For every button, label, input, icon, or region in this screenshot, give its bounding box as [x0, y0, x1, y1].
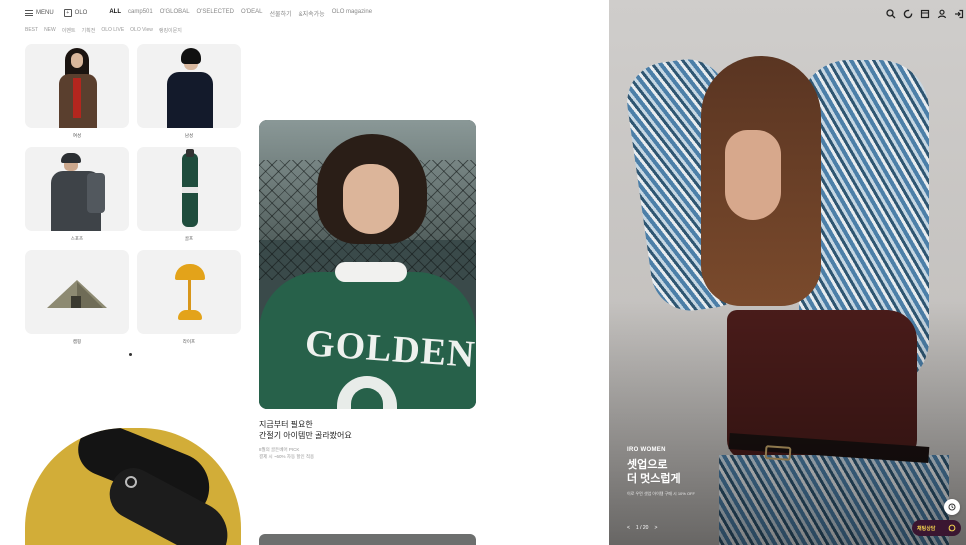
tab-gift[interactable]: 선물하기 [270, 9, 292, 18]
menu-button[interactable]: MENU [25, 10, 54, 16]
woman-fashion-icon [25, 44, 129, 128]
feature-title-line2: 간절기 아이템만 골라봤어요 [259, 431, 352, 440]
feature-image[interactable]: GOLDEN [259, 120, 476, 409]
subnav-best[interactable]: BEST [25, 27, 38, 34]
tab-all[interactable]: ALL [109, 9, 121, 18]
login-icon[interactable] [954, 6, 964, 19]
hero-pager: < 1 / 20 > [627, 525, 657, 531]
user-icon[interactable] [937, 6, 947, 19]
category-item-camping[interactable]: 캠핑 [25, 250, 129, 353]
loading-ring-icon[interactable] [903, 6, 913, 19]
tab-odeal[interactable]: O'DEAL [241, 9, 263, 18]
subnav-olo-view[interactable]: OLO View [130, 27, 153, 34]
chat-label: 채팅상담 [917, 525, 936, 532]
category-item-life[interactable]: 라이프 [137, 250, 241, 353]
hero-brand: IRO WOMEN [627, 447, 666, 453]
hero-headline-line1: 셋업으로 [627, 459, 668, 471]
header-icons [886, 6, 964, 19]
subnav-olo-live[interactable]: OLO LIVE [101, 27, 124, 34]
category-grid: 여성 남성 스포츠 골프 캠핑 라이프 [25, 44, 241, 353]
category-label: 남성 [184, 133, 194, 138]
subnav-event[interactable]: 이벤트 [62, 27, 76, 34]
olo-plus-icon: + [63, 9, 72, 17]
search-icon[interactable] [886, 6, 896, 19]
hero-text: IRO WOMEN 셋업으로 더 멋스럽게 이로 우먼 셋업 아이템 구매 시 … [627, 447, 695, 497]
tab-oglobal[interactable]: O'GLOBAL [160, 9, 190, 18]
category-label: 여성 [72, 133, 82, 138]
category-item-women[interactable]: 여성 [25, 44, 129, 147]
category-label: 스포츠 [70, 236, 84, 241]
hero-headline: 셋업으로 더 멋스럽게 [627, 458, 695, 486]
category-tabs: ALL camp501 O'GLOBAL O'SELECTED O'DEAL 선… [109, 9, 372, 18]
feature-sub-line2: 결제 시 ~60% 자동 할인 적용 [259, 454, 315, 459]
olo-label: OLO [74, 10, 88, 16]
sports-icon [25, 147, 129, 231]
hero-headline-line2: 더 멋스럽게 [627, 473, 681, 485]
bookmark-icon[interactable] [920, 6, 930, 19]
feature-title-line1: 지금부터 필요한 [259, 420, 313, 429]
top-nav: MENU + OLO ALL camp501 O'GLOBAL O'SELECT… [25, 7, 372, 19]
category-item-sports[interactable]: 스포츠 [25, 147, 129, 250]
tent-icon [25, 250, 129, 334]
category-label: 골프 [184, 236, 194, 241]
feature-subtitle: 8월의 골든베어 PICK 결제 시 ~60% 자동 할인 적용 [259, 446, 314, 460]
tab-camp501[interactable]: camp501 [128, 9, 153, 18]
tab-sustainable[interactable]: &지속가능 [299, 9, 325, 18]
category-label: 라이프 [182, 339, 196, 344]
lamp-icon [137, 250, 241, 334]
shoe-promo-image[interactable] [25, 428, 241, 545]
history-button[interactable] [944, 499, 960, 515]
hero-prev-button[interactable]: < [627, 525, 630, 531]
chat-icon [948, 524, 956, 532]
subnav-exhibition[interactable]: 기획전 [82, 27, 96, 34]
category-item-golf[interactable]: 골프 [137, 147, 241, 250]
subnav-ranking[interactable]: 랭킹이문지 [159, 27, 182, 34]
subnav-new[interactable]: NEW [44, 27, 56, 34]
hamburger-icon [25, 10, 33, 16]
tab-magazine[interactable]: OLO magazine [332, 9, 372, 18]
golf-bag-icon [137, 147, 241, 231]
category-label: 캠핑 [72, 339, 82, 344]
hero-page-counter: 1 / 20 [635, 525, 649, 531]
sub-nav: BEST NEW 이벤트 기획전 OLO LIVE OLO View 랭킹이문지 [25, 27, 182, 34]
feature-sub-line1: 8월의 골든베어 PICK [259, 447, 300, 452]
hero-next-button[interactable]: > [654, 525, 657, 531]
feature-title[interactable]: 지금부터 필요한 간절기 아이템만 골라봤어요 [259, 419, 479, 441]
hero-description: 이로 우먼 셋업 아이템 구매 시 10% OFF [627, 491, 695, 496]
pagination-dot[interactable] [129, 353, 132, 356]
man-fashion-icon [137, 44, 241, 128]
chat-consult-button[interactable]: 채팅상담 [912, 520, 961, 536]
tab-oselected[interactable]: O'SELECTED [197, 9, 235, 18]
menu-label: MENU [36, 10, 54, 16]
next-feature-image[interactable] [259, 534, 476, 545]
clock-icon [948, 503, 956, 511]
category-item-men[interactable]: 남성 [137, 44, 241, 147]
olo-button[interactable]: + OLO [63, 9, 88, 17]
